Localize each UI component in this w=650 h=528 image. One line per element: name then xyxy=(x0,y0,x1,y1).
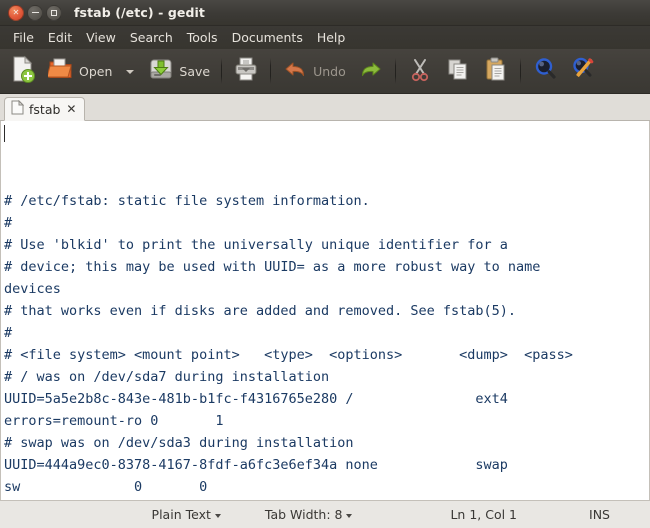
insert-mode-label: INS xyxy=(589,507,610,522)
toolbar: Open Save Undo xyxy=(0,49,650,94)
editor-line: # Use 'blkid' to print the universally u… xyxy=(4,237,508,253)
redo-button[interactable] xyxy=(352,54,390,88)
toolbar-separator-2 xyxy=(270,58,272,84)
chevron-down-icon xyxy=(214,513,221,518)
editor-line: # swap was on /dev/sda3 during installat… xyxy=(4,435,354,451)
tab-width-selector[interactable]: Tab Width: 8 xyxy=(265,507,353,522)
tab-width-label: Tab Width: 8 xyxy=(264,507,343,522)
window-title: fstab (/etc) - gedit xyxy=(74,5,205,20)
editor-line: # / was on /dev/sda7 during installation xyxy=(4,369,330,385)
minimize-window-icon[interactable] xyxy=(27,4,43,21)
editor-line: devices xyxy=(4,281,61,297)
scissors-icon xyxy=(407,55,433,87)
editor-text[interactable]: # /etc/fstab: static file system informa… xyxy=(1,121,649,500)
magnifier-icon xyxy=(532,55,558,87)
menubar: File Edit View Search Tools Documents He… xyxy=(0,26,650,49)
copy-button[interactable] xyxy=(439,54,477,88)
editor-line: UUID=444a9ec0-8378-4167-8fdf-a6fc3e6ef34… xyxy=(4,457,508,473)
editor-line: errors=remount-ro 0 1 xyxy=(4,413,224,429)
new-document-icon xyxy=(10,55,36,87)
copy-pages-icon xyxy=(445,55,471,87)
chevron-down-icon xyxy=(126,70,135,74)
tab-close-icon[interactable]: ✕ xyxy=(65,103,77,115)
clipboard-paste-icon xyxy=(483,55,509,87)
editor-area[interactable]: # /etc/fstab: static file system informa… xyxy=(0,121,650,500)
print-button[interactable] xyxy=(227,54,265,88)
undo-button[interactable]: Undo xyxy=(276,54,352,88)
cut-button[interactable] xyxy=(401,54,439,88)
close-window-icon[interactable]: ✕ xyxy=(8,4,24,21)
language-selector[interactable]: Plain Text xyxy=(152,507,221,522)
replace-button[interactable] xyxy=(564,54,602,88)
editor-line: UUID=0001D3CE0001E53B /home/ubuntu/NewDi… xyxy=(4,498,649,500)
editor-line: sw 0 0 xyxy=(4,479,208,495)
find-button[interactable] xyxy=(526,54,564,88)
text-cursor xyxy=(4,125,5,142)
save-disk-icon xyxy=(148,55,174,87)
undo-arrow-icon xyxy=(282,55,308,87)
editor-line: # xyxy=(4,325,13,341)
toolbar-separator-3 xyxy=(394,58,396,84)
menu-documents[interactable]: Documents xyxy=(225,28,310,47)
editor-line: # /etc/fstab: static file system informa… xyxy=(4,193,370,209)
language-label: Plain Text xyxy=(151,507,211,522)
new-document-button[interactable] xyxy=(4,54,42,88)
menu-edit[interactable]: Edit xyxy=(41,28,79,47)
document-icon xyxy=(11,99,25,119)
cursor-position-label: Ln 1, Col 1 xyxy=(450,507,518,522)
open-button-label: Open xyxy=(79,63,113,79)
editor-line: UUID=5a5e2b8c-843e-481b-b1fc-f4316765e28… xyxy=(4,391,508,407)
save-button[interactable]: Save xyxy=(142,54,216,88)
open-button[interactable]: Open xyxy=(42,54,118,88)
menu-help[interactable]: Help xyxy=(310,28,353,47)
menu-view[interactable]: View xyxy=(79,28,123,47)
printer-icon xyxy=(233,55,259,87)
menu-search[interactable]: Search xyxy=(123,28,180,47)
toolbar-separator-4 xyxy=(519,58,521,84)
find-replace-icon xyxy=(570,55,596,87)
menu-tools[interactable]: Tools xyxy=(180,28,225,47)
redo-arrow-icon xyxy=(358,55,384,87)
save-button-label: Save xyxy=(179,63,211,79)
tab-label: fstab xyxy=(29,101,61,117)
maximize-window-icon[interactable] xyxy=(46,4,62,21)
editor-line: # <file system> <mount point> <type> <op… xyxy=(4,347,573,363)
gedit-window: ✕ fstab (/etc) - gedit File Edit View Se… xyxy=(0,0,650,528)
editor-line: # device; this may be used with UUID= as… xyxy=(4,259,541,275)
open-folder-icon xyxy=(46,55,74,87)
toolbar-separator-1 xyxy=(221,58,223,84)
open-dropdown-button[interactable] xyxy=(118,54,142,88)
undo-button-label: Undo xyxy=(313,63,346,79)
editor-line: # xyxy=(4,215,13,231)
titlebar: ✕ fstab (/etc) - gedit xyxy=(0,0,650,26)
menu-file[interactable]: File xyxy=(6,28,41,47)
paste-button[interactable] xyxy=(477,54,515,88)
statusbar: Plain Text Tab Width: 8 Ln 1, Col 1 INS xyxy=(0,500,650,528)
chevron-down-icon xyxy=(346,513,353,518)
window-controls: ✕ xyxy=(8,4,62,21)
tab-fstab[interactable]: fstab ✕ xyxy=(4,97,86,121)
editor-line: # that works even if disks are added and… xyxy=(4,303,517,319)
tabbar: fstab ✕ xyxy=(0,94,650,121)
